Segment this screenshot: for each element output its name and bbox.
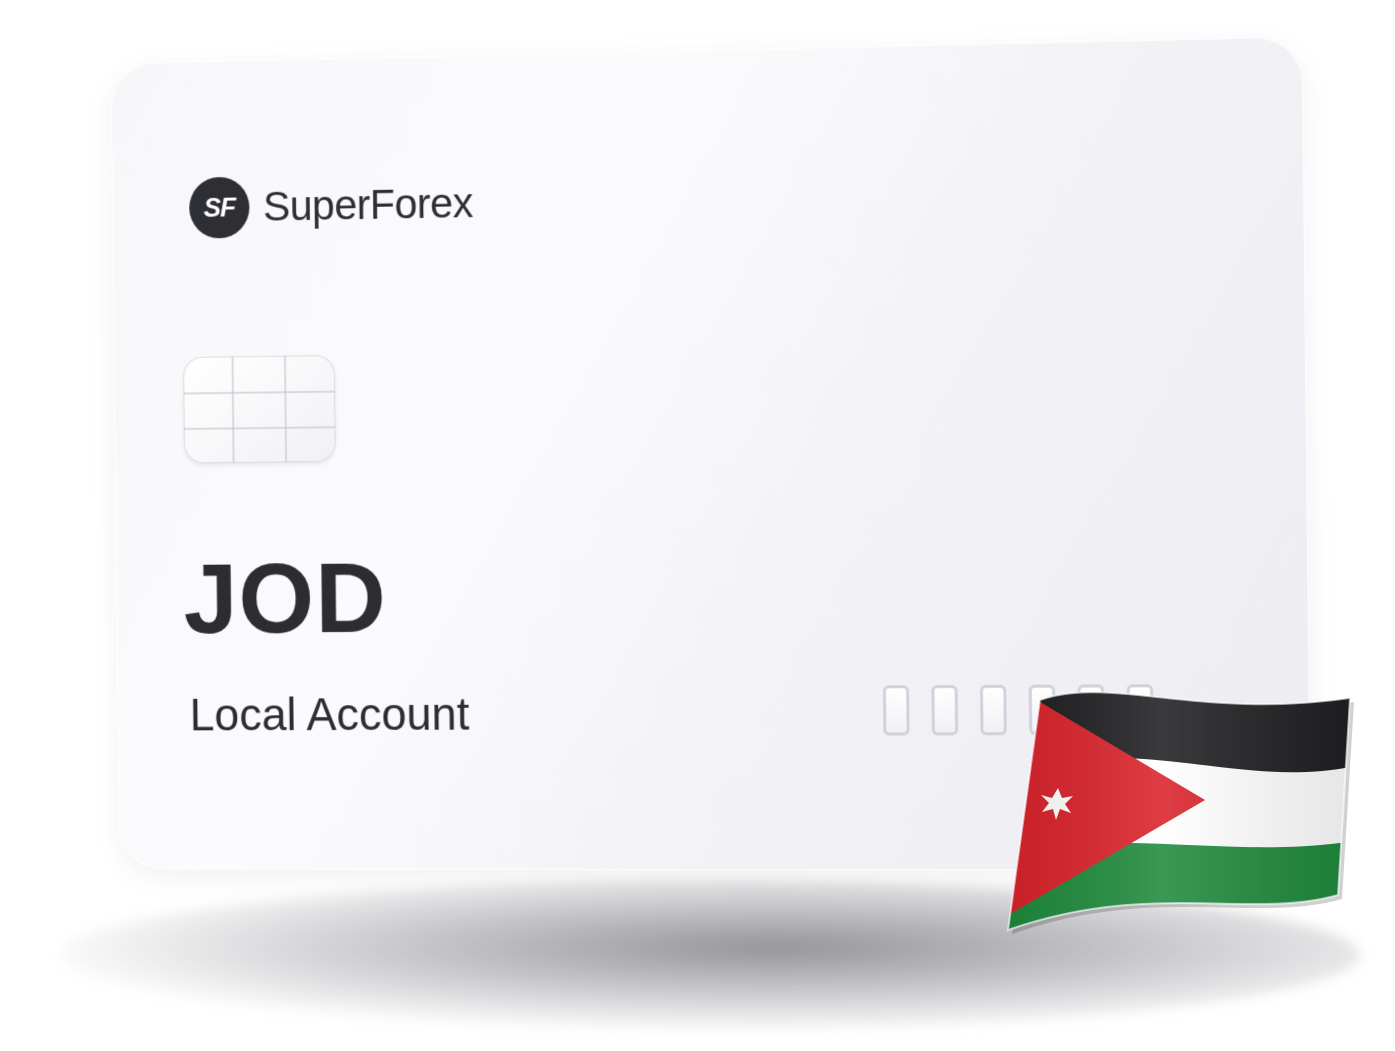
card-scene: SF SuperForex JOD Local Account [0, 0, 1395, 1051]
embossed-digit [931, 685, 959, 736]
jordan-flag-icon [1006, 691, 1354, 934]
brand-logo-text: SF [203, 192, 236, 223]
account-type: Local Account [189, 687, 470, 741]
embossed-digit [882, 685, 910, 736]
superforex-logo-icon: SF [188, 176, 250, 239]
chip-icon [183, 355, 336, 464]
brand: SF SuperForex [188, 172, 474, 239]
brand-name: SuperForex [262, 179, 474, 230]
currency-code: JOD [183, 542, 388, 655]
